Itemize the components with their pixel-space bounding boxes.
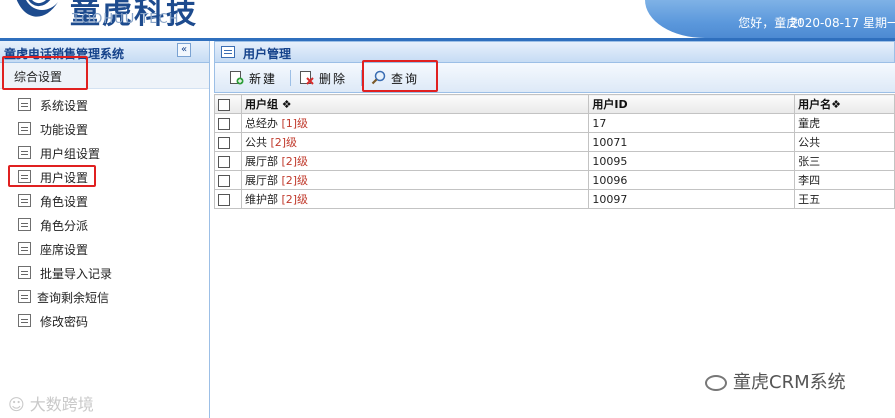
user-table: 用户组 ❖ 用户ID 用户名❖ 总经办 [1]级 17 童虎 公共 [2]级 1… xyxy=(214,94,895,209)
sidebar-section-general-settings[interactable]: 综合设置 xyxy=(0,63,209,89)
document-icon xyxy=(18,98,31,111)
row-checkbox-cell xyxy=(214,189,242,209)
app-header: 童虎科技 TOOHUU TECH 您好，童虎! 2020-08-17 星期一 xyxy=(0,0,895,41)
watermark-left: ☺ 大数跨境 xyxy=(8,391,94,415)
table-row[interactable]: 展厅部 [2]级 10096 李四 xyxy=(214,170,895,190)
row-checkbox-cell xyxy=(214,170,242,190)
table-row[interactable]: 总经办 [1]级 17 童虎 xyxy=(214,113,895,133)
cell-user-id: 10095 xyxy=(588,151,796,171)
toolbar-separator xyxy=(361,70,362,86)
group-level: [1]级 xyxy=(281,117,309,130)
table-header-row: 用户组 ❖ 用户ID 用户名❖ xyxy=(214,94,895,114)
column-header-user-id[interactable]: 用户ID xyxy=(588,94,796,114)
column-header-user-group[interactable]: 用户组 ❖ xyxy=(240,94,590,114)
row-checkbox[interactable] xyxy=(218,155,230,168)
column-header-username[interactable]: 用户名❖ xyxy=(794,94,895,114)
cell-user-group: 展厅部 [2]级 xyxy=(240,170,590,190)
group-name: 维护部 xyxy=(244,193,278,206)
cell-user-group: 展厅部 [2]级 xyxy=(240,151,590,171)
panel-title: 用户管理 xyxy=(243,47,292,61)
cell-username: 张三 xyxy=(794,151,895,171)
sidebar-item-label: 修改密码 xyxy=(40,315,89,329)
cell-user-id: 10097 xyxy=(588,189,796,209)
sidebar-item-label: 角色分派 xyxy=(40,219,89,233)
table-row[interactable]: 公共 [2]级 10071 公共 xyxy=(214,132,895,152)
document-icon xyxy=(18,146,31,159)
tiger-logo-icon xyxy=(16,0,58,17)
wechat-icon xyxy=(705,375,727,391)
panel-header: 用户管理 xyxy=(214,41,895,63)
document-icon xyxy=(18,290,31,303)
main-panel: 用户管理 新建 删除 查询 用户组 ❖ 用户ID 用户名❖ 总经办 [1]级 1… xyxy=(214,41,895,418)
watermark-right: 童虎CRM系统 xyxy=(705,368,846,394)
cell-user-id: 17 xyxy=(588,113,796,133)
sidebar-title-bar: 童虎电话销售管理系统 « xyxy=(0,41,209,63)
sidebar-item-label: 系统设置 xyxy=(40,99,89,113)
group-level: [2]级 xyxy=(281,193,309,206)
select-all-cell xyxy=(214,94,242,114)
cell-user-group: 总经办 [1]级 xyxy=(240,113,590,133)
delete-button-label: 删除 xyxy=(319,72,348,86)
sidebar-item-label: 座席设置 xyxy=(40,243,89,257)
cell-user-group: 公共 [2]级 xyxy=(240,132,590,152)
table-row[interactable]: 展厅部 [2]级 10095 张三 xyxy=(214,151,895,171)
cell-username: 公共 xyxy=(794,132,895,152)
watermark-right-text: 童虎CRM系统 xyxy=(733,372,846,393)
table-row[interactable]: 维护部 [2]级 10097 王五 xyxy=(214,189,895,209)
toolbar-separator xyxy=(290,70,291,86)
collapse-sidebar-button[interactable]: « xyxy=(177,43,191,57)
cell-username: 王五 xyxy=(794,189,895,209)
document-icon xyxy=(18,218,31,231)
row-checkbox-cell xyxy=(214,113,242,133)
document-icon xyxy=(18,314,31,327)
document-icon xyxy=(18,122,31,135)
sidebar-item-label: 角色设置 xyxy=(40,195,89,209)
sidebar-item-label: 用户组设置 xyxy=(40,147,101,161)
group-name: 展厅部 xyxy=(244,174,278,187)
group-level: [2]级 xyxy=(281,155,309,168)
delete-icon xyxy=(300,71,314,85)
row-checkbox-cell xyxy=(214,151,242,171)
watermark-icon: ☺ xyxy=(8,395,30,414)
logo-english: TOOHUU TECH xyxy=(72,12,180,27)
table-icon xyxy=(221,46,235,58)
cell-username: 童虎 xyxy=(794,113,895,133)
sidebar-section-label: 综合设置 xyxy=(14,70,63,84)
document-icon xyxy=(18,194,31,207)
sidebar-item-label: 功能设置 xyxy=(40,123,89,137)
cell-user-id: 10096 xyxy=(588,170,796,190)
row-checkbox[interactable] xyxy=(218,136,230,149)
sidebar-item-label: 查询剩余短信 xyxy=(37,291,110,305)
query-button-label: 查询 xyxy=(391,72,420,86)
system-title: 童虎电话销售管理系统 xyxy=(4,47,125,61)
group-level: [2]级 xyxy=(270,136,298,149)
sidebar: 童虎电话销售管理系统 « 综合设置 系统设置 功能设置 用户组设置 用户设置 角… xyxy=(0,41,210,418)
cell-username: 李四 xyxy=(794,170,895,190)
new-button-label: 新建 xyxy=(249,72,278,86)
toolbar: 新建 删除 查询 xyxy=(214,63,895,93)
select-all-checkbox[interactable] xyxy=(218,98,230,111)
group-level: [2]级 xyxy=(281,174,309,187)
cell-user-group: 维护部 [2]级 xyxy=(240,189,590,209)
document-icon xyxy=(18,266,31,279)
sidebar-item-label: 用户设置 xyxy=(40,171,89,185)
group-name: 总经办 xyxy=(244,117,278,130)
row-checkbox[interactable] xyxy=(218,117,230,130)
document-icon xyxy=(18,170,31,183)
current-date: 2020-08-17 星期一 xyxy=(789,16,895,30)
watermark-left-text: 大数跨境 xyxy=(29,395,94,414)
group-name: 公共 xyxy=(244,136,267,149)
cell-user-id: 10071 xyxy=(588,132,796,152)
row-checkbox[interactable] xyxy=(218,174,230,187)
search-icon xyxy=(371,70,386,85)
row-checkbox-cell xyxy=(214,132,242,152)
group-name: 展厅部 xyxy=(244,155,278,168)
document-icon xyxy=(18,242,31,255)
row-checkbox[interactable] xyxy=(218,193,230,206)
new-document-icon xyxy=(230,71,244,85)
sidebar-item-label: 批量导入记录 xyxy=(40,267,113,281)
